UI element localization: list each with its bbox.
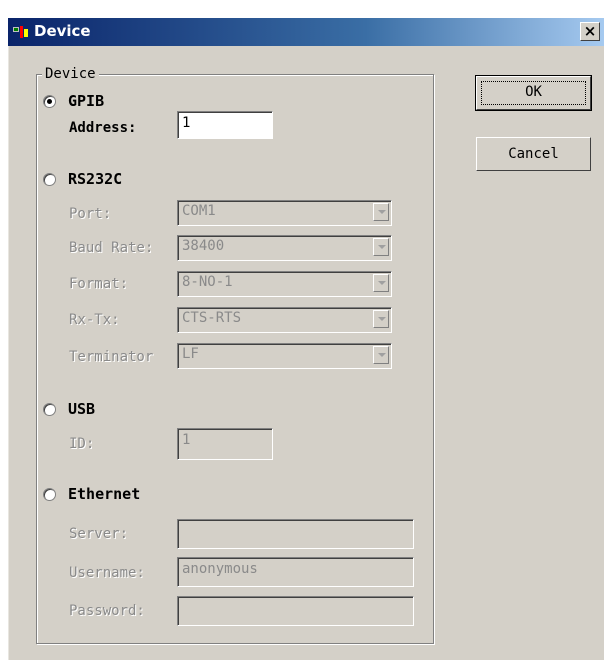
password-label: Password:: [69, 603, 145, 619]
format-select[interactable]: 8-NO-1: [177, 271, 392, 297]
groupbox-label: Device: [42, 66, 99, 82]
focus-rect: [481, 81, 586, 105]
rx-tx-label: Rx-Tx:: [69, 312, 120, 328]
cancel-button[interactable]: Cancel: [476, 137, 591, 171]
radio-selected-dot: [47, 99, 52, 104]
address-input[interactable]: 1: [177, 111, 273, 139]
address-label: Address:: [69, 120, 137, 136]
port-label: Port:: [69, 206, 112, 222]
password-input[interactable]: [177, 596, 414, 626]
usb-label: USB: [68, 400, 96, 418]
rx-tx-select[interactable]: CTS-RTS: [177, 307, 392, 333]
ethernet-label: Ethernet: [68, 485, 141, 503]
terminator-value: LF: [182, 346, 199, 362]
usb-radio[interactable]: [43, 403, 56, 416]
usb-id-input[interactable]: 1: [177, 428, 273, 460]
rs232c-label: RS232C: [68, 170, 123, 188]
rx-tx-value: CTS-RTS: [182, 310, 242, 326]
username-label: Username:: [69, 565, 145, 581]
baud-rate-select[interactable]: 38400: [177, 235, 392, 261]
rs232c-radio[interactable]: [43, 173, 56, 186]
server-input[interactable]: [177, 519, 414, 549]
terminator-label: Terminator: [69, 349, 154, 365]
gpib-label: GPIB: [68, 92, 105, 110]
title-bar[interactable]: Device ×: [8, 18, 604, 46]
cancel-label: Cancel: [508, 146, 559, 162]
chevron-down-icon[interactable]: [373, 274, 389, 292]
chevron-down-icon[interactable]: [373, 310, 389, 328]
port-select[interactable]: COM1: [177, 200, 392, 226]
ethernet-radio[interactable]: [43, 488, 56, 501]
terminator-select[interactable]: LF: [177, 343, 392, 369]
gpib-radio[interactable]: [43, 95, 56, 108]
chevron-down-icon[interactable]: [373, 238, 389, 256]
window-title: Device: [34, 22, 91, 40]
chevron-down-icon[interactable]: [373, 346, 389, 364]
format-label: Format:: [69, 276, 129, 292]
username-input[interactable]: anonymous: [177, 557, 414, 587]
id-label: ID:: [69, 436, 95, 452]
baud-rate-label: Baud Rate:: [69, 240, 154, 256]
ok-button[interactable]: OK: [475, 75, 592, 111]
server-label: Server:: [69, 526, 129, 542]
close-icon: ×: [583, 22, 597, 40]
format-value: 8-NO-1: [182, 274, 233, 290]
app-icon: [13, 26, 28, 38]
close-button[interactable]: ×: [580, 22, 600, 41]
chevron-down-icon[interactable]: [373, 203, 389, 221]
port-value: COM1: [182, 203, 216, 219]
baud-rate-value: 38400: [182, 238, 225, 254]
